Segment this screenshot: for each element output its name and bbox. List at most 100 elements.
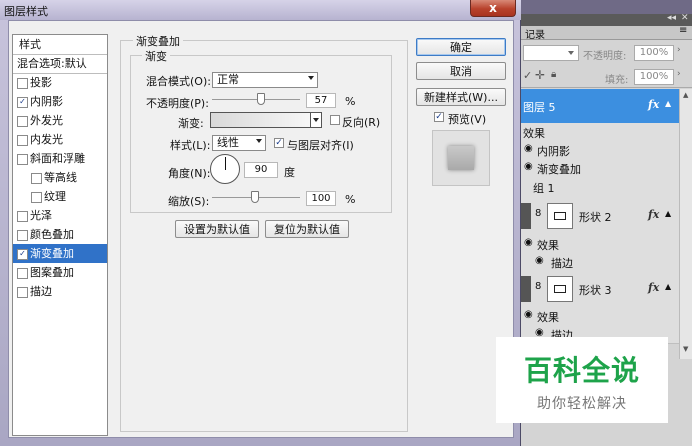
- style-item-checkbox[interactable]: [31, 173, 42, 184]
- style-item-checkbox[interactable]: [17, 211, 28, 222]
- layers-scrollbar[interactable]: ▲ ▼: [679, 89, 692, 359]
- fx-icon[interactable]: fx: [648, 98, 659, 111]
- layer-effect-inner-shadow[interactable]: ◉ 内阴影: [521, 141, 679, 160]
- reverse-checkbox[interactable]: [330, 115, 340, 125]
- make-default-button[interactable]: 设置为默认值: [175, 220, 259, 238]
- layer-blend-mode-select[interactable]: [523, 45, 579, 61]
- style-item-checkbox[interactable]: [17, 268, 28, 279]
- tab-history[interactable]: 记录: [525, 26, 545, 41]
- scale-input-value: 100: [311, 193, 331, 204]
- layer-group-row[interactable]: 组 1: [521, 177, 679, 198]
- reset-default-button[interactable]: 复位为默认值: [265, 220, 349, 238]
- layer-effects-header: ◉ 效果: [521, 307, 679, 326]
- preview-label: 预览(V): [448, 113, 487, 126]
- style-list-item[interactable]: 斜面和浮雕: [13, 149, 107, 168]
- opacity-slider-thumb[interactable]: [257, 93, 266, 105]
- scale-input[interactable]: 100: [306, 191, 336, 206]
- style-list-item[interactable]: ✓ 渐变叠加: [13, 244, 107, 263]
- scale-percent: %: [345, 193, 356, 206]
- gradient-dropdown-button[interactable]: [310, 112, 322, 128]
- fx-icon[interactable]: fx: [648, 208, 659, 221]
- close-icon[interactable]: ✕: [681, 13, 689, 23]
- style-label: 样式(L):: [170, 139, 211, 152]
- effects-label: 效果: [537, 311, 559, 324]
- cancel-button[interactable]: 取消: [416, 62, 506, 80]
- eye-icon[interactable]: ◉: [524, 237, 533, 248]
- scroll-up-icon[interactable]: ▲: [683, 91, 688, 99]
- blend-mode-select[interactable]: 正常: [212, 72, 318, 88]
- style-item-label: 内发光: [30, 133, 63, 146]
- chevron-right-icon[interactable]: ›: [677, 69, 681, 79]
- style-preview-swatch: [432, 130, 490, 186]
- style-item-checkbox[interactable]: [17, 287, 28, 298]
- effect-label: 渐变叠加: [537, 163, 581, 176]
- style-item-checkbox[interactable]: [17, 78, 28, 89]
- lock-position-icon[interactable]: ✛: [535, 68, 545, 82]
- style-list-item[interactable]: 外发光: [13, 111, 107, 130]
- style-list-item[interactable]: 颜色叠加: [13, 225, 107, 244]
- opacity-input[interactable]: 57: [306, 93, 336, 108]
- style-list-item[interactable]: 纹理: [13, 187, 107, 206]
- style-item-checkbox[interactable]: [17, 135, 28, 146]
- eye-icon[interactable]: ◉: [524, 143, 533, 154]
- style-item-checkbox[interactable]: [17, 230, 28, 241]
- gradient-subgroup-title: 渐变: [142, 48, 170, 64]
- expand-up-icon[interactable]: ▲: [665, 99, 671, 108]
- expand-up-icon[interactable]: ▲: [665, 209, 671, 218]
- style-list-item[interactable]: 混合选项:默认: [13, 54, 107, 74]
- style-list-item[interactable]: 内发光: [13, 130, 107, 149]
- chevron-right-icon[interactable]: ›: [677, 45, 681, 55]
- link-icon: 8: [535, 208, 542, 219]
- layer-effect-gradient-overlay[interactable]: ◉ 渐变叠加: [521, 159, 679, 178]
- eye-icon[interactable]: ◉: [524, 309, 533, 320]
- close-button[interactable]: x: [470, 0, 516, 17]
- lock-pixels-icon[interactable]: ✓: [523, 69, 532, 82]
- layer-effect-stroke[interactable]: ◉ 描边: [521, 253, 679, 272]
- angle-dial-needle: [225, 157, 226, 170]
- preview-checkbox[interactable]: ✓: [434, 112, 444, 122]
- style-item-checkbox[interactable]: ✓: [17, 97, 28, 108]
- layer-opacity-input[interactable]: 100%: [634, 45, 674, 61]
- style-item-checkbox[interactable]: ✓: [17, 249, 28, 260]
- scale-slider-thumb[interactable]: [251, 191, 259, 203]
- gradient-style-select[interactable]: 线性: [212, 135, 266, 151]
- style-list-item[interactable]: 图案叠加: [13, 263, 107, 282]
- eye-icon[interactable]: ◉: [524, 161, 533, 172]
- layer-lock-row: ✓ ✛ 🔒︎ 填充: 100% ›: [521, 66, 692, 88]
- collapse-icon[interactable]: ◂◂: [667, 13, 676, 23]
- ok-button[interactable]: 确定: [416, 38, 506, 56]
- align-with-layer-checkbox[interactable]: ✓: [274, 138, 284, 148]
- vector-mask-thumbnail: [547, 203, 573, 229]
- style-list-item[interactable]: 投影: [13, 73, 107, 92]
- angle-input[interactable]: 90: [244, 162, 278, 178]
- style-item-checkbox[interactable]: [31, 192, 42, 203]
- layer-thumbnail: [521, 203, 531, 229]
- style-item-checkbox[interactable]: [17, 116, 28, 127]
- panel-menu-icon[interactable]: ≡: [679, 25, 687, 36]
- scale-slider[interactable]: [212, 190, 300, 204]
- style-list-item[interactable]: 光泽: [13, 206, 107, 225]
- angle-dial[interactable]: [210, 154, 240, 184]
- gradient-picker[interactable]: [210, 112, 311, 128]
- lock-all-icon[interactable]: 🔒︎: [551, 69, 556, 80]
- expand-up-icon[interactable]: ▲: [665, 282, 671, 291]
- scroll-down-icon[interactable]: ▼: [683, 345, 688, 353]
- layer-row-shape3[interactable]: 8 形状 3 fx ▲: [521, 271, 679, 308]
- style-list-header-label: 样式: [19, 38, 41, 51]
- layer-fill-input[interactable]: 100%: [634, 69, 674, 85]
- watermark-title: 百科全说: [523, 354, 640, 387]
- layer-row-selected[interactable]: 图层 5 fx ▲: [521, 89, 679, 124]
- layer-row-shape2[interactable]: 8 形状 2 fx ▲: [521, 197, 679, 236]
- eye-icon[interactable]: ◉: [535, 255, 544, 266]
- style-item-checkbox[interactable]: [17, 154, 28, 165]
- dialog-titlebar[interactable]: 图层样式 x: [0, 0, 521, 20]
- chevron-down-icon: [256, 139, 262, 143]
- fx-icon[interactable]: fx: [648, 281, 659, 294]
- style-list-item[interactable]: 等高线: [13, 168, 107, 187]
- style-list-item[interactable]: ✓ 内阴影: [13, 92, 107, 111]
- layer-effects-header: 效果: [521, 123, 679, 142]
- style-list-item[interactable]: 描边: [13, 282, 107, 301]
- layer-name: 形状 3: [579, 284, 612, 297]
- opacity-slider[interactable]: [212, 92, 300, 106]
- new-style-button[interactable]: 新建样式(W)...: [416, 88, 506, 106]
